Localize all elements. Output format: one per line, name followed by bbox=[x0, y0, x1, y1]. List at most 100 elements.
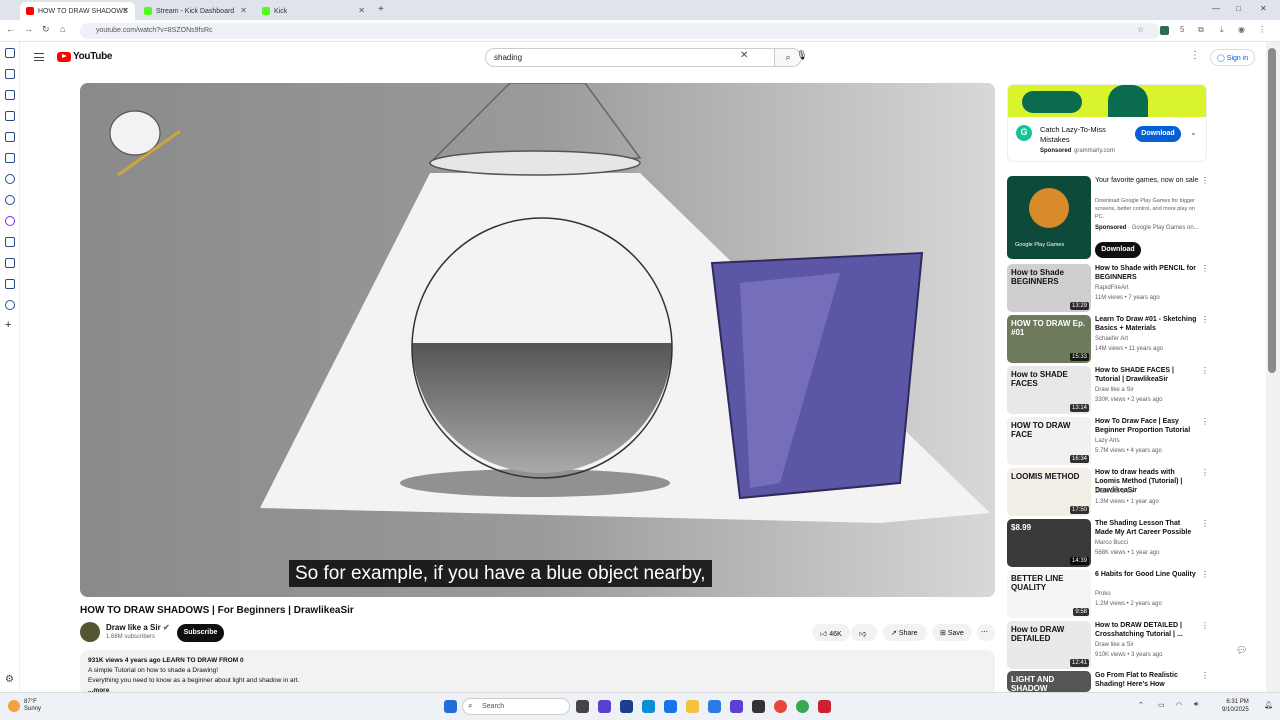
bookmark-icon[interactable] bbox=[5, 48, 15, 58]
download-icon[interactable]: ⤓ bbox=[1220, 25, 1224, 35]
more-vertical-icon[interactable]: ⋮ bbox=[1201, 570, 1209, 579]
recommended-video[interactable]: $8.99 14:39 The Shading Lesson That Made M… bbox=[1007, 519, 1209, 567]
windows-start-icon[interactable] bbox=[444, 700, 457, 713]
tab-kick-dashboard[interactable]: Stream - Kick Dashboard ✕ bbox=[138, 2, 253, 20]
volume-icon[interactable]: 🔊︎ bbox=[1194, 701, 1198, 709]
recommended-video[interactable]: HOW TO DRAW FACE 16:34 How To Draw Face | … bbox=[1007, 417, 1209, 465]
chat-bubble-icon[interactable]: 💬︎ bbox=[1236, 645, 1247, 656]
app-icon[interactable] bbox=[818, 700, 831, 713]
video-thumbnail[interactable]: HOW TO DRAW Ep. #01 15:33 bbox=[1007, 315, 1091, 363]
menu-icon[interactable]: ⋮ bbox=[1258, 25, 1266, 34]
clear-search-icon[interactable]: ✕ bbox=[740, 50, 748, 61]
tab-youtube[interactable]: HOW TO DRAW SHADOWS ✕ bbox=[20, 2, 135, 20]
app-icon[interactable] bbox=[730, 700, 743, 713]
video-thumbnail[interactable]: $8.99 14:39 bbox=[1007, 519, 1091, 567]
url-field[interactable]: youtube.com/watch?v=8SZONs9fsRc bbox=[80, 23, 1160, 39]
ad2-download-button[interactable]: Download bbox=[1095, 242, 1141, 258]
video-description[interactable]: 931K views 4 years ago LEARN TO DRAW FRO… bbox=[80, 650, 995, 695]
bookmark-icon[interactable] bbox=[5, 279, 15, 289]
like-button[interactable]: 👍︎ 46K bbox=[812, 624, 850, 641]
task-view-icon[interactable] bbox=[576, 700, 589, 713]
channel-avatar[interactable] bbox=[80, 622, 100, 642]
minimize-icon[interactable]: — bbox=[1212, 4, 1220, 13]
chevron-down-icon[interactable]: ⌄ bbox=[1190, 128, 1197, 137]
sidebar-ad-grammarly[interactable]: G Catch Lazy-To-Miss Mistakes Sponsored … bbox=[1007, 84, 1207, 162]
recommended-title[interactable]: How to DRAW DETAILED | Crosshatching Tut… bbox=[1095, 621, 1199, 639]
bookmark-icon[interactable] bbox=[5, 111, 15, 121]
app-icon[interactable] bbox=[752, 700, 765, 713]
video-thumbnail[interactable]: HOW TO DRAW FACE 16:34 bbox=[1007, 417, 1091, 465]
recommended-video[interactable]: LOOMIS METHOD 17:50 How to draw heads with… bbox=[1007, 468, 1209, 516]
bookmark-star-icon[interactable]: ☆ bbox=[1137, 25, 1144, 34]
recommended-channel[interactable]: Proko bbox=[1095, 591, 1111, 597]
close-tab-icon[interactable]: ✕ bbox=[358, 6, 365, 15]
sign-in-button[interactable]: ◯ Sign in bbox=[1210, 49, 1256, 66]
recommended-title[interactable]: 6 Habits for Good Line Quality bbox=[1095, 570, 1199, 579]
bookmark-icon[interactable] bbox=[5, 69, 15, 79]
video-thumbnail[interactable]: BETTER LINE QUALITY 9:58 bbox=[1007, 570, 1091, 618]
app-icon[interactable] bbox=[620, 700, 633, 713]
recommended-channel[interactable]: Draw like a Sir bbox=[1095, 489, 1134, 495]
taskbar-search-input[interactable]: Search bbox=[462, 698, 570, 715]
edge-icon[interactable] bbox=[642, 700, 655, 713]
recommended-video[interactable]: How to SHADE FACES 13:14 How to SHADE FACE… bbox=[1007, 366, 1209, 414]
hamburger-menu-icon[interactable] bbox=[34, 53, 44, 61]
video-thumbnail[interactable]: How to SHADE FACES 13:14 bbox=[1007, 366, 1091, 414]
bookmark-icon[interactable] bbox=[5, 153, 15, 163]
bookmark-icon[interactable] bbox=[5, 132, 15, 142]
search-input[interactable]: shading bbox=[485, 48, 775, 67]
recommended-channel[interactable]: RapidFireArt bbox=[1095, 285, 1129, 291]
close-window-icon[interactable]: ✕ bbox=[1260, 4, 1267, 13]
recommended-title[interactable]: How to Shade with PENCIL for BEGINNERS bbox=[1095, 264, 1199, 282]
more-vertical-icon[interactable]: ⋮ bbox=[1201, 176, 1209, 185]
recommended-channel[interactable]: Draw like a Sir bbox=[1095, 642, 1134, 648]
recommended-video[interactable]: How to Shade BEGINNERS 13:29 How to Shade … bbox=[1007, 264, 1209, 312]
home-icon[interactable]: ⌂ bbox=[60, 24, 65, 34]
more-actions-button[interactable]: ⋯ bbox=[977, 624, 995, 641]
tray-icon[interactable]: ▭ bbox=[1158, 701, 1165, 709]
bookmark-icon[interactable] bbox=[5, 300, 15, 310]
more-vertical-icon[interactable]: ⋮ bbox=[1201, 366, 1209, 375]
tab-kick[interactable]: Kick ✕ bbox=[256, 2, 371, 20]
extension-icon[interactable] bbox=[1160, 26, 1169, 35]
settings-more-icon[interactable]: ⋮ bbox=[1190, 50, 1200, 61]
globe-icon[interactable] bbox=[5, 174, 15, 184]
recommended-title[interactable]: The Shading Lesson That Made My Art Care… bbox=[1095, 519, 1199, 537]
add-bookmark-icon[interactable]: + bbox=[5, 319, 11, 331]
bookmark-icon[interactable] bbox=[5, 258, 15, 268]
sidebar-ad-google-play[interactable]: Google Play Games Your favorite games, n… bbox=[1007, 176, 1209, 260]
more-vertical-icon[interactable]: ⋮ bbox=[1201, 468, 1209, 477]
recommended-channel[interactable]: Draw like a Sir bbox=[1095, 387, 1134, 393]
globe-icon[interactable] bbox=[5, 195, 15, 205]
back-icon[interactable]: ← bbox=[6, 24, 15, 34]
weather-widget[interactable]: 87°F Sunny bbox=[24, 699, 41, 713]
more-vertical-icon[interactable]: ⋮ bbox=[1201, 621, 1209, 630]
more-vertical-icon[interactable]: ⋮ bbox=[1201, 417, 1209, 426]
youtube-logo[interactable]: YouTube bbox=[57, 51, 113, 62]
messenger-icon[interactable] bbox=[5, 216, 15, 226]
recommended-video[interactable]: How to DRAW DETAILED 12:41 How to DRAW DET… bbox=[1007, 621, 1209, 669]
video-player[interactable] bbox=[80, 83, 995, 597]
chrome-icon[interactable] bbox=[774, 700, 787, 713]
new-tab-button[interactable]: + bbox=[378, 4, 384, 15]
bookmark-icon[interactable] bbox=[5, 90, 15, 100]
recommended-title[interactable]: How to SHADE FACES | Tutorial | Drawlike… bbox=[1095, 366, 1199, 384]
channel-name[interactable]: Draw like a Sir ✔ bbox=[106, 623, 170, 632]
more-vertical-icon[interactable]: ⋮ bbox=[1201, 671, 1209, 680]
profile-icon[interactable]: ◉ bbox=[1238, 25, 1245, 34]
close-tab-icon[interactable]: ✕ bbox=[122, 6, 129, 15]
video-thumbnail[interactable]: LIGHT AND SHADOW bbox=[1007, 671, 1091, 692]
close-tab-icon[interactable]: ✕ bbox=[240, 6, 247, 15]
taskbar-clock[interactable]: 6:31 PM 9/10/2025 bbox=[1222, 698, 1249, 714]
microphone-icon[interactable]: 🎙 bbox=[795, 50, 809, 64]
extension-icon[interactable]: 5 bbox=[1180, 25, 1184, 34]
forward-icon[interactable]: → bbox=[24, 24, 33, 34]
settings-gear-icon[interactable]: ⚙ bbox=[5, 674, 14, 685]
maximize-icon[interactable]: □ bbox=[1236, 4, 1241, 13]
app-icon[interactable] bbox=[708, 700, 721, 713]
wifi-icon[interactable]: ◠ bbox=[1176, 701, 1182, 709]
ad-download-button[interactable]: Download bbox=[1135, 126, 1181, 142]
scrollbar-thumb[interactable] bbox=[1268, 48, 1276, 373]
mail-icon[interactable] bbox=[664, 700, 677, 713]
reload-icon[interactable]: ↻ bbox=[42, 24, 50, 35]
